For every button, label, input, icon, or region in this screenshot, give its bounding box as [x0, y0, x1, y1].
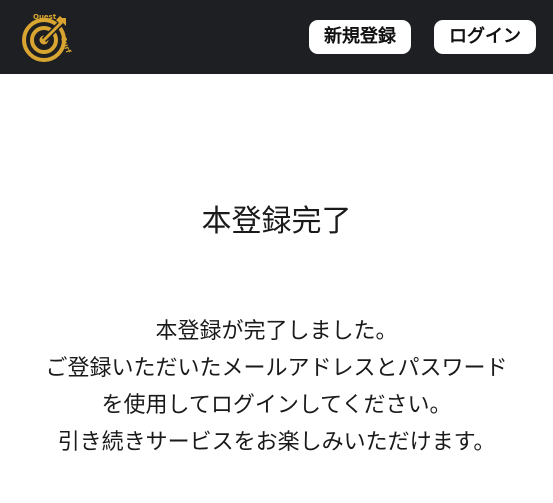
message-line-2: ご登録いただいたメールアドレスとパスワード: [45, 356, 508, 381]
message-line-3: を使用してログインしてください。: [101, 393, 452, 418]
register-button[interactable]: 新規登録: [309, 20, 411, 54]
target-arrow-logo-icon: Quest Surf: [22, 13, 73, 62]
message-line-1: 本登録が完了しました。: [155, 319, 398, 344]
top-header: Quest Surf 新規登録 ログイン: [0, 0, 553, 74]
quest-logo-icon[interactable]: Quest Surf: [20, 12, 73, 64]
login-button[interactable]: ログイン: [434, 20, 536, 54]
message-line-4: 引き続きサービスをお楽しみいただけます。: [57, 430, 496, 455]
logo-text-top: Quest: [33, 13, 57, 21]
page-title: 本登録完了: [201, 204, 352, 239]
completion-message: 本登録が完了しました。 ご登録いただいたメールアドレスとパスワード を使用してロ…: [0, 313, 553, 461]
